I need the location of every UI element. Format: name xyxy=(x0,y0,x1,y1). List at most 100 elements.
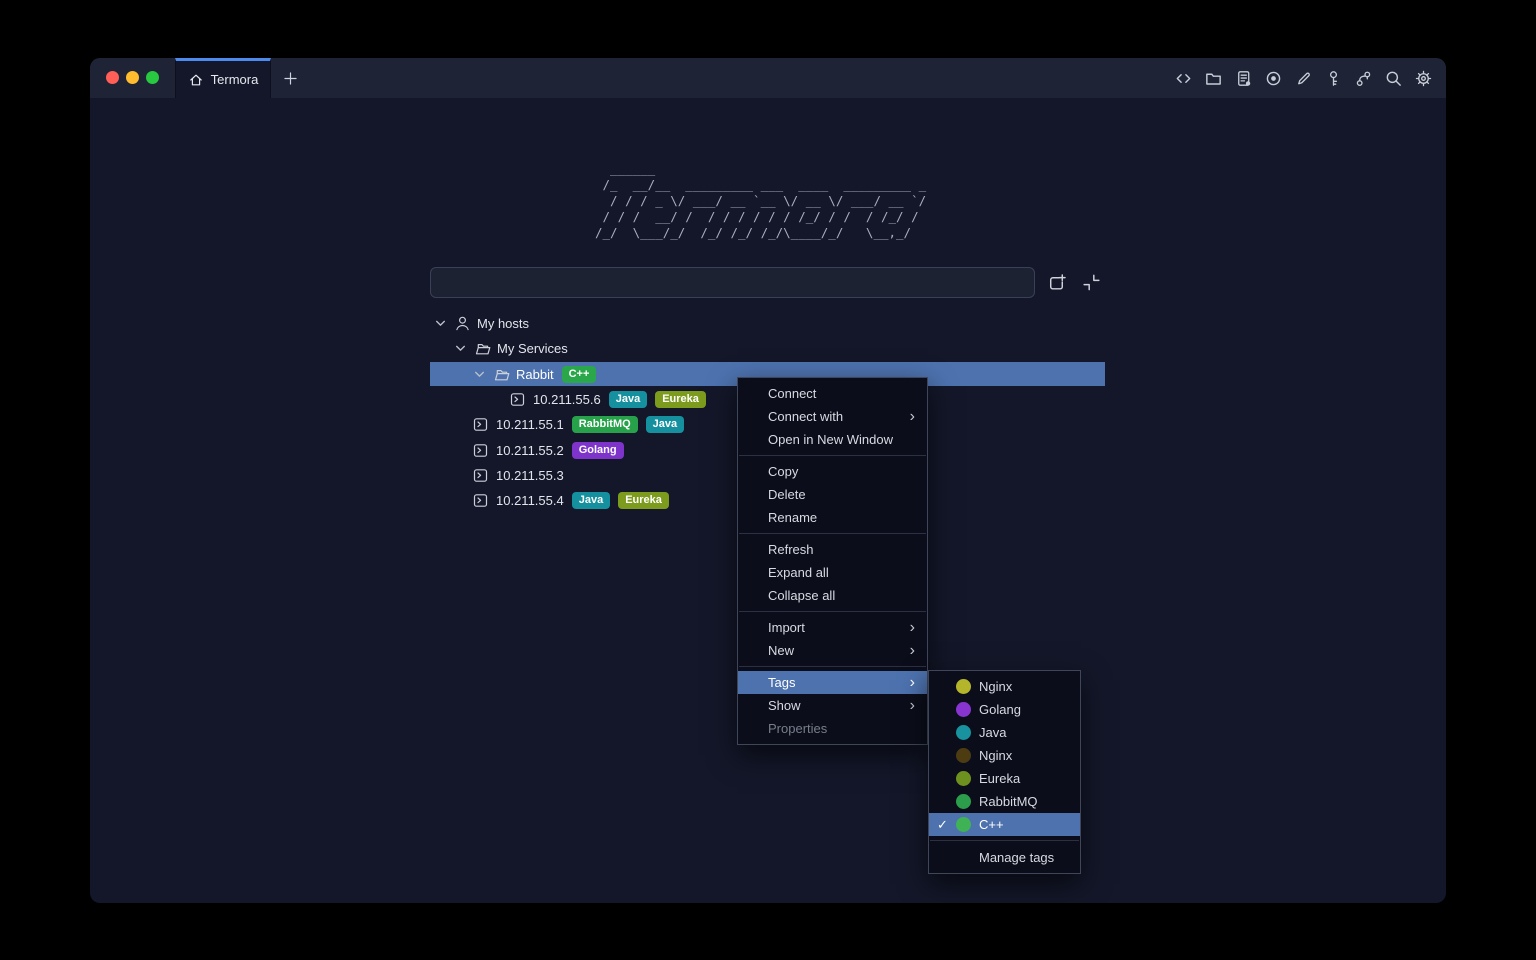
host-label: 10.211.55.4 xyxy=(496,493,564,508)
menu-item-connect[interactable]: Connect xyxy=(738,382,927,405)
menu-item-label: Collapse all xyxy=(768,588,835,603)
tree-label: Rabbit xyxy=(516,367,554,382)
pencil-icon xyxy=(1294,69,1313,88)
tag-menu-item-cpp[interactable]: ✓ C++ xyxy=(929,813,1080,836)
collapse-all-button[interactable] xyxy=(1080,271,1102,293)
close-window-button[interactable] xyxy=(106,71,119,84)
event-log-button[interactable] xyxy=(1233,68,1254,89)
menu-item-refresh[interactable]: Refresh xyxy=(738,538,927,561)
manage-tags-item[interactable]: Manage tags xyxy=(929,845,1080,869)
tag-color-dot xyxy=(956,794,971,809)
tag-menu-label: Nginx xyxy=(979,748,1012,763)
search-input[interactable] xyxy=(430,267,1035,298)
menu-item-label: Delete xyxy=(768,487,806,502)
minimize-window-button[interactable] xyxy=(126,71,139,84)
menu-item-label: Connect xyxy=(768,386,816,401)
chevron-down-icon[interactable] xyxy=(454,342,469,355)
folder-open-icon xyxy=(474,340,492,357)
tree-row-my-hosts[interactable]: My hosts xyxy=(430,311,1105,336)
key-manager-button[interactable] xyxy=(1323,68,1344,89)
context-menu: Connect Connect with › Open in New Windo… xyxy=(737,377,928,745)
host-label: 10.211.55.2 xyxy=(496,443,564,458)
tag-chip: Golang xyxy=(572,442,624,459)
menu-item-expand-all[interactable]: Expand all xyxy=(738,561,927,584)
menu-divider xyxy=(739,611,926,612)
tag-color-dot xyxy=(956,817,971,832)
menu-item-tags[interactable]: Tags › xyxy=(738,671,927,694)
menu-item-label: New xyxy=(768,643,794,658)
terminal-icon xyxy=(473,493,491,508)
check-icon: ✓ xyxy=(937,817,956,833)
menu-item-open-in-new-window[interactable]: Open in New Window xyxy=(738,428,927,451)
tree-label: My hosts xyxy=(477,316,529,331)
record-icon xyxy=(1264,69,1283,88)
tab-title: Termora xyxy=(211,72,259,87)
search-icon xyxy=(1384,69,1403,88)
submenu-arrow-icon: › xyxy=(910,643,915,659)
tag-menu-item-java[interactable]: Java xyxy=(929,721,1080,744)
menu-item-label: Import xyxy=(768,620,805,635)
home-icon xyxy=(188,72,204,88)
menu-item-label: Copy xyxy=(768,464,798,479)
tag-color-dot xyxy=(956,679,971,694)
terminal-icon xyxy=(510,392,528,407)
menu-item-show[interactable]: Show › xyxy=(738,694,927,717)
tree-row-my-services[interactable]: My Services xyxy=(430,336,1105,361)
collapse-corners-icon xyxy=(1081,272,1102,293)
menu-item-copy[interactable]: Copy xyxy=(738,460,927,483)
new-tab-button[interactable] xyxy=(280,68,300,88)
gear-icon xyxy=(1414,69,1433,88)
plus-icon xyxy=(282,70,299,87)
add-host-button[interactable] xyxy=(1045,271,1067,293)
tag-menu-item-nginx[interactable]: Nginx xyxy=(929,675,1080,698)
host-label: 10.211.55.6 xyxy=(533,392,601,407)
tag-menu-item-nginx-2[interactable]: Nginx xyxy=(929,744,1080,767)
chevron-down-icon[interactable] xyxy=(473,368,488,381)
submenu-arrow-icon: › xyxy=(910,409,915,425)
edit-button[interactable] xyxy=(1293,68,1314,89)
terminal-icon xyxy=(473,468,491,483)
zoom-window-button[interactable] xyxy=(146,71,159,84)
code-button[interactable] xyxy=(1173,68,1194,89)
macro-record-button[interactable] xyxy=(1263,68,1284,89)
chevron-down-icon[interactable] xyxy=(434,317,449,330)
tab-termora[interactable]: Termora xyxy=(175,58,271,98)
tag-menu-item-rabbitmq[interactable]: RabbitMQ xyxy=(929,790,1080,813)
tag-menu-label: Eureka xyxy=(979,771,1020,786)
menu-item-label: Expand all xyxy=(768,565,829,580)
tag-chip: C++ xyxy=(562,366,597,383)
host-label: 10.211.55.3 xyxy=(496,468,564,483)
menu-item-rename[interactable]: Rename xyxy=(738,506,927,529)
tags-submenu: Nginx Golang Java Nginx Eureka RabbitMQ xyxy=(928,670,1081,874)
settings-button[interactable] xyxy=(1413,68,1434,89)
menu-item-properties: Properties xyxy=(738,717,927,740)
folder-button[interactable] xyxy=(1203,68,1224,89)
titlebar-actions xyxy=(1173,58,1434,98)
manage-tags-label: Manage tags xyxy=(979,850,1054,865)
menu-item-new[interactable]: New › xyxy=(738,639,927,662)
tag-chip: Java xyxy=(646,416,684,433)
tag-menu-label: Java xyxy=(979,725,1006,740)
menu-item-connect-with[interactable]: Connect with › xyxy=(738,405,927,428)
menu-item-delete[interactable]: Delete xyxy=(738,483,927,506)
submenu-arrow-icon: › xyxy=(910,620,915,636)
tag-menu-label: C++ xyxy=(979,817,1004,832)
search-button[interactable] xyxy=(1383,68,1404,89)
tag-chip: Eureka xyxy=(655,391,706,408)
menu-item-label: Show xyxy=(768,698,801,713)
tag-menu-item-eureka[interactable]: Eureka xyxy=(929,767,1080,790)
titlebar: Termora xyxy=(90,58,1446,98)
terminal-icon xyxy=(473,417,491,432)
menu-item-collapse-all[interactable]: Collapse all xyxy=(738,584,927,607)
host-label: 10.211.55.1 xyxy=(496,417,564,432)
tag-color-dot xyxy=(956,702,971,717)
menu-item-import[interactable]: Import › xyxy=(738,616,927,639)
menu-item-label: Connect with xyxy=(768,409,843,424)
submenu-arrow-icon: › xyxy=(910,675,915,691)
keychain-button[interactable] xyxy=(1353,68,1374,89)
menu-divider xyxy=(930,840,1079,841)
tag-menu-item-golang[interactable]: Golang xyxy=(929,698,1080,721)
menu-divider xyxy=(739,666,926,667)
menu-item-label: Open in New Window xyxy=(768,432,893,447)
tag-color-dot xyxy=(956,748,971,763)
